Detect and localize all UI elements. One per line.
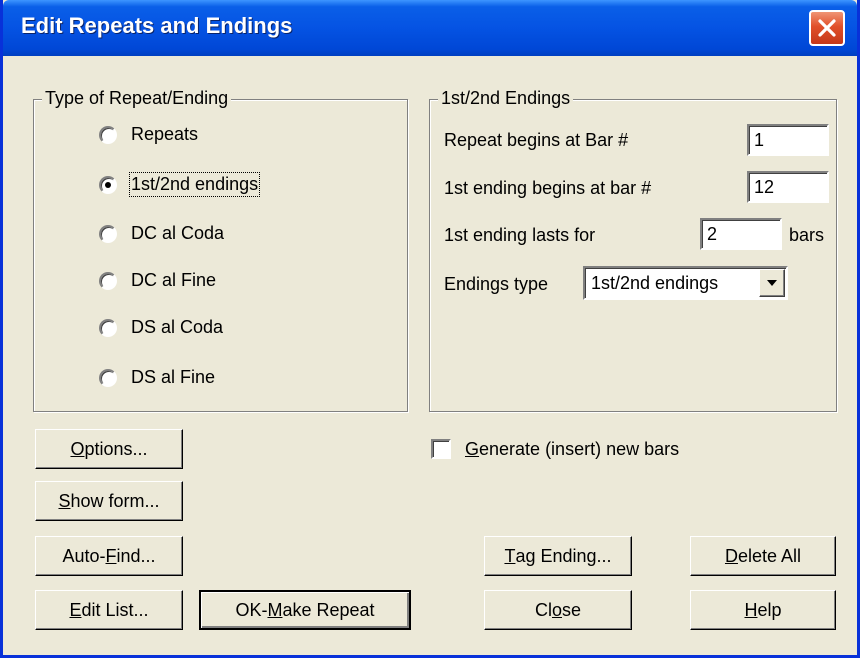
first-ending-lasts-label: 1st ending lasts for xyxy=(444,225,596,245)
radio-button[interactable] xyxy=(99,125,117,144)
radio-ds-al-fine[interactable]: DS al Fine xyxy=(99,367,215,388)
radio-label: DS al Fine xyxy=(131,367,216,387)
edit-list-button[interactable]: Edit List... xyxy=(35,590,183,630)
first-ending-lasts-input[interactable]: 2 xyxy=(700,218,782,250)
chevron-down-icon[interactable] xyxy=(759,269,785,297)
auto-find-button[interactable]: Auto- Find... xyxy=(35,536,183,576)
radio-button-selected[interactable] xyxy=(99,175,117,194)
close-button[interactable]: Cl o se xyxy=(484,590,632,630)
help-button[interactable]: Help xyxy=(690,590,836,630)
radio-1st-2nd-endings[interactable]: 1st/2nd endings xyxy=(99,172,261,197)
repeat-begins-input[interactable]: 1 xyxy=(747,124,829,156)
radio-label: DC al Coda xyxy=(131,223,225,243)
generate-new-bars-checkbox[interactable] xyxy=(431,439,451,459)
endings-type-label: Endings type xyxy=(444,274,549,294)
radio-label: 1st/2nd endings xyxy=(128,172,261,197)
show-form-button[interactable]: Show form... xyxy=(35,481,183,521)
group-legend: 1st/2nd Endings xyxy=(438,88,574,109)
generate-new-bars-label: Generate (insert) new bars xyxy=(465,439,680,459)
radio-label: DC al Fine xyxy=(131,270,217,290)
delete-all-button[interactable]: Delete All xyxy=(690,536,836,576)
dialog-window: Edit Repeats and Endings Type of Repeat/… xyxy=(0,0,860,658)
repeat-begins-label: Repeat begins at Bar # xyxy=(444,130,629,150)
type-of-repeat-group: Type of Repeat/Ending xyxy=(33,88,408,412)
close-window-button[interactable] xyxy=(809,10,845,46)
radio-dc-al-coda[interactable]: DC al Coda xyxy=(99,223,224,244)
radio-dc-al-fine[interactable]: DC al Fine xyxy=(99,270,216,291)
title-bar[interactable]: Edit Repeats and Endings xyxy=(3,0,857,56)
ok-make-repeat-button[interactable]: OK- Make Repeat xyxy=(199,590,411,630)
radio-button[interactable] xyxy=(99,368,117,387)
endings-type-value: 1st/2nd endings xyxy=(591,273,719,293)
radio-ds-al-coda[interactable]: DS al Coda xyxy=(99,317,223,338)
window-title: Edit Repeats and Endings xyxy=(21,13,293,38)
radio-button[interactable] xyxy=(99,271,117,290)
endings-type-dropdown[interactable]: 1st/2nd endings xyxy=(583,266,788,300)
group-legend: Type of Repeat/Ending xyxy=(42,88,232,109)
options-button[interactable]: Options... xyxy=(35,429,183,469)
radio-button[interactable] xyxy=(99,224,117,243)
bars-unit-label: bars xyxy=(789,225,825,245)
tag-ending-button[interactable]: Tag Ending... xyxy=(484,536,632,576)
close-icon xyxy=(817,18,837,38)
first-ending-begins-input[interactable]: 12 xyxy=(747,171,829,203)
radio-button[interactable] xyxy=(99,318,117,337)
radio-repeats[interactable]: Repeats xyxy=(99,124,198,145)
first-ending-begins-label: 1st ending begins at bar # xyxy=(444,178,652,198)
radio-label: DS al Coda xyxy=(131,317,224,337)
radio-label: Repeats xyxy=(131,124,199,144)
